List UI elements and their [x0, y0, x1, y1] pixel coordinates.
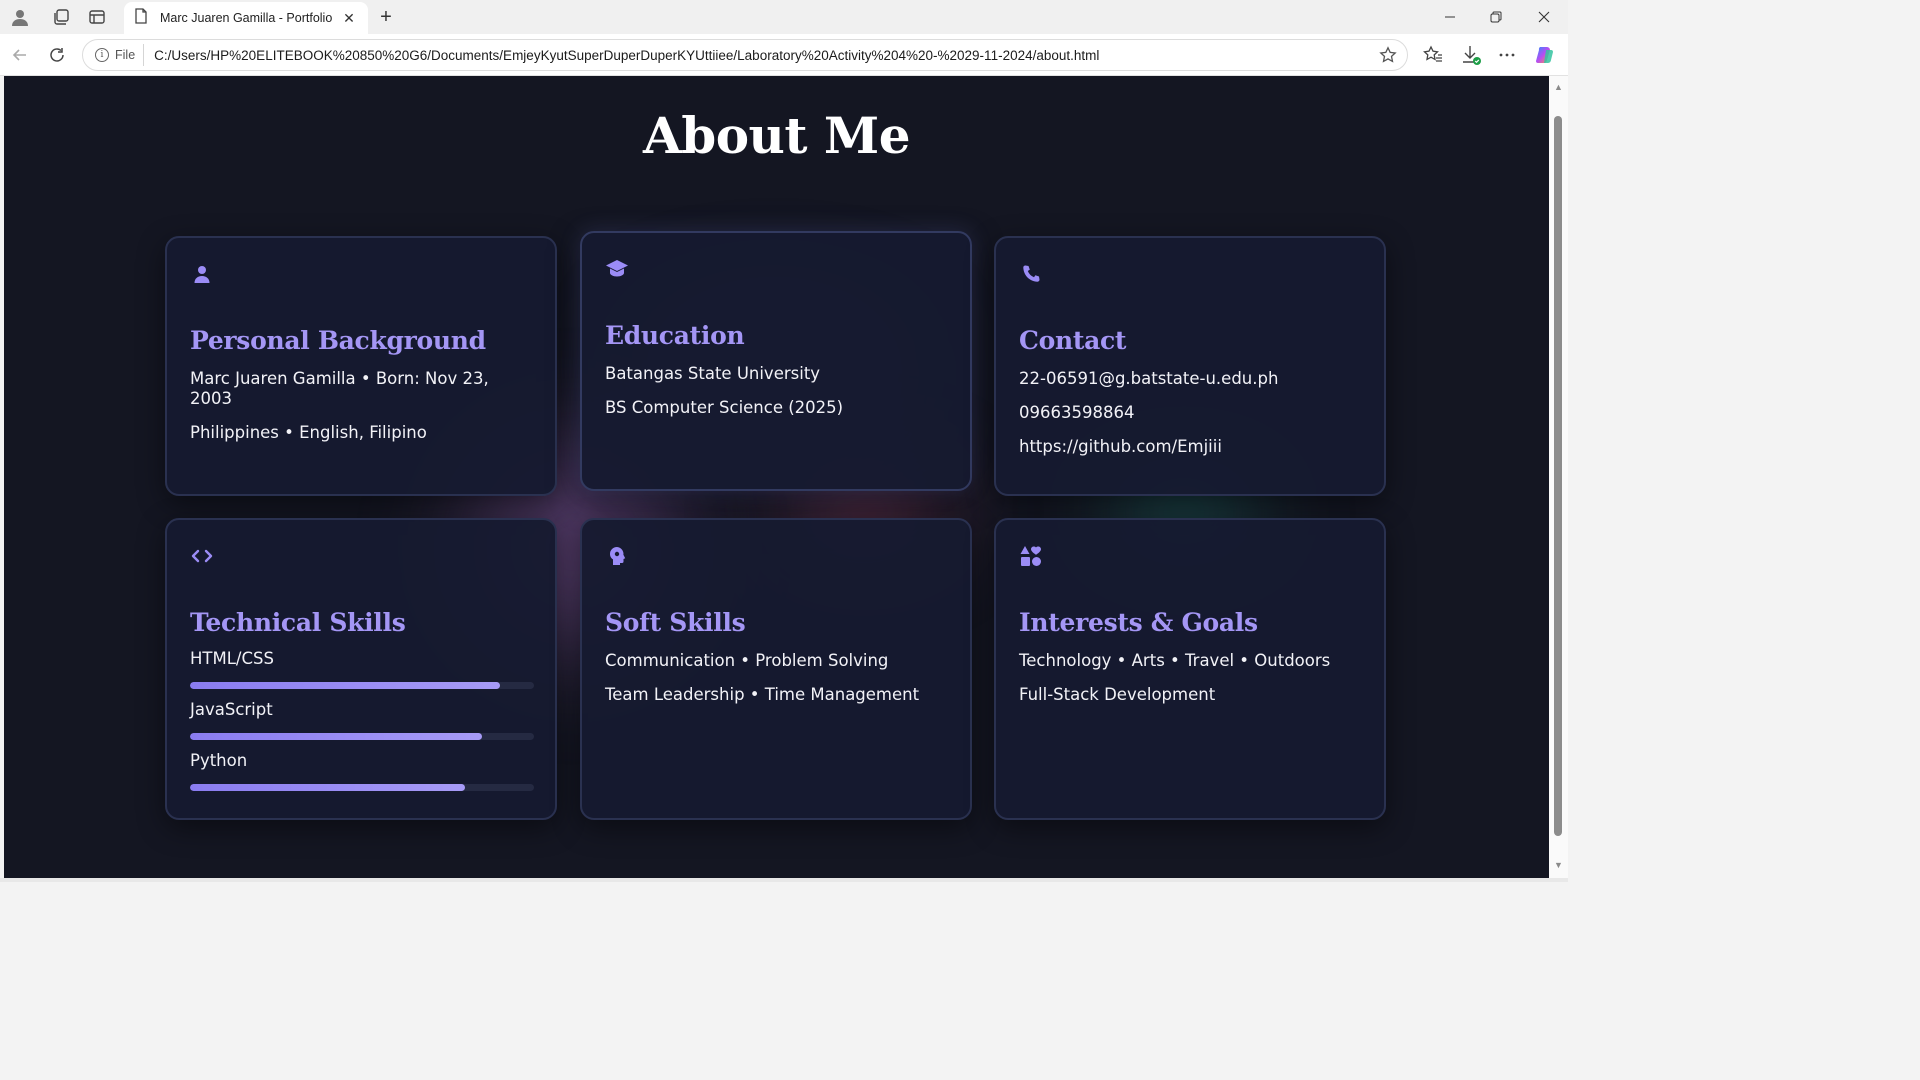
education-card: Education Batangas State University BS C… — [580, 231, 972, 491]
skill-label: JavaScript — [190, 700, 273, 719]
scroll-thumb[interactable] — [1554, 116, 1562, 836]
tab-strip: Marc Juaren Gamilla - Portfolio ✕ + — [0, 0, 1568, 34]
card-text: Team Leadership • Time Management — [605, 685, 920, 704]
card-text: BS Computer Science (2025) — [605, 398, 844, 417]
card-title: Soft Skills — [605, 608, 746, 637]
github-link[interactable]: https://github.com/Emjiii — [1019, 437, 1361, 457]
skill-progress-fill — [190, 784, 466, 791]
scroll-down-icon[interactable]: ▼ — [1553, 860, 1564, 870]
url-field[interactable]: i File C:/Users/HP%20ELITEBOOK%20850%20G… — [82, 39, 1408, 71]
user-icon — [190, 262, 214, 286]
window-bottom-edge — [0, 878, 1568, 882]
brain-icon — [605, 544, 629, 568]
card-title: Interests & Goals — [1019, 608, 1258, 637]
info-icon: i — [95, 48, 109, 62]
favorites-icon[interactable] — [1422, 44, 1444, 66]
skill-progress-fill — [190, 682, 500, 689]
phone-icon — [1019, 262, 1043, 286]
email-text: 22-06591@g.batstate-u.edu.ph — [1019, 369, 1279, 388]
skill-progress-bar — [190, 784, 534, 791]
soft-skills-card: Soft Skills Communication • Problem Solv… — [580, 518, 972, 820]
back-icon[interactable] — [9, 44, 31, 66]
phone-text: 09663598864 — [1019, 403, 1135, 422]
page-title: About Me — [642, 106, 911, 165]
restore-icon[interactable] — [1478, 4, 1514, 30]
technical-skills-card: Technical Skills HTML/CSS JavaScript Pytho… — [165, 518, 557, 820]
card-text: Full-Stack Development — [1019, 685, 1216, 704]
profile-icon[interactable] — [9, 6, 31, 28]
skills-list: HTML/CSS JavaScript Python — [190, 649, 534, 791]
collections-icon[interactable] — [50, 6, 72, 28]
shapes-icon — [1019, 544, 1043, 568]
skill-label: Python — [190, 751, 248, 770]
skill-label: HTML/CSS — [190, 649, 274, 668]
address-bar: i File C:/Users/HP%20ELITEBOOK%20850%20G… — [0, 34, 1568, 76]
card-text: Communication • Problem Solving — [605, 651, 889, 670]
reload-icon[interactable] — [46, 44, 68, 66]
more-icon[interactable] — [1496, 44, 1518, 66]
card-text: Marc Juaren Gamilla • Born: Nov 23, 2003 — [190, 369, 489, 408]
card-text: Technology • Arts • Travel • Outdoors — [1019, 651, 1331, 670]
personal-background-card: Personal Background Marc Juaren Gamilla … — [165, 236, 557, 496]
interests-goals-card: Interests & Goals Technology • Arts • Tr… — [994, 518, 1386, 820]
plus-icon[interactable]: + — [374, 5, 398, 29]
site-info-button[interactable]: i File — [91, 44, 145, 66]
card-text: Philippines • English, Filipino — [190, 423, 427, 442]
card-text: Batangas State University — [605, 364, 821, 383]
url-text: C:/Users/HP%20ELITEBOOK%20850%20G6/Docum… — [154, 47, 1100, 63]
tab-actions-icon[interactable] — [86, 6, 108, 28]
active-tab[interactable]: Marc Juaren Gamilla - Portfolio ✕ — [124, 2, 368, 34]
page-icon — [134, 7, 148, 29]
graduation-cap-icon — [605, 257, 629, 281]
downloads-icon[interactable] — [1460, 44, 1482, 66]
window-close-icon[interactable] — [1526, 4, 1562, 30]
code-icon — [190, 544, 214, 568]
skill-progress-bar — [190, 733, 534, 740]
card-title: Education — [605, 321, 745, 350]
page-viewport: About Me Personal Background Marc Juaren… — [4, 76, 1549, 878]
skill-progress-fill — [190, 733, 483, 740]
copilot-icon[interactable] — [1534, 44, 1556, 66]
file-label: File — [115, 48, 136, 62]
contact-card: Contact 22-06591@g.batstate-u.edu.ph 096… — [994, 236, 1386, 496]
card-title: Contact — [1019, 326, 1127, 355]
skill-progress-bar — [190, 682, 534, 689]
minimize-icon[interactable] — [1432, 4, 1468, 30]
card-title: Technical Skills — [190, 608, 406, 637]
star-icon[interactable] — [1377, 44, 1399, 66]
tab-title: Marc Juaren Gamilla - Portfolio — [160, 11, 333, 25]
scroll-up-icon[interactable]: ▲ — [1553, 82, 1564, 92]
close-icon[interactable]: ✕ — [340, 9, 358, 27]
vertical-scrollbar[interactable]: ▲ ▼ — [1549, 76, 1568, 882]
card-title: Personal Background — [190, 326, 486, 355]
